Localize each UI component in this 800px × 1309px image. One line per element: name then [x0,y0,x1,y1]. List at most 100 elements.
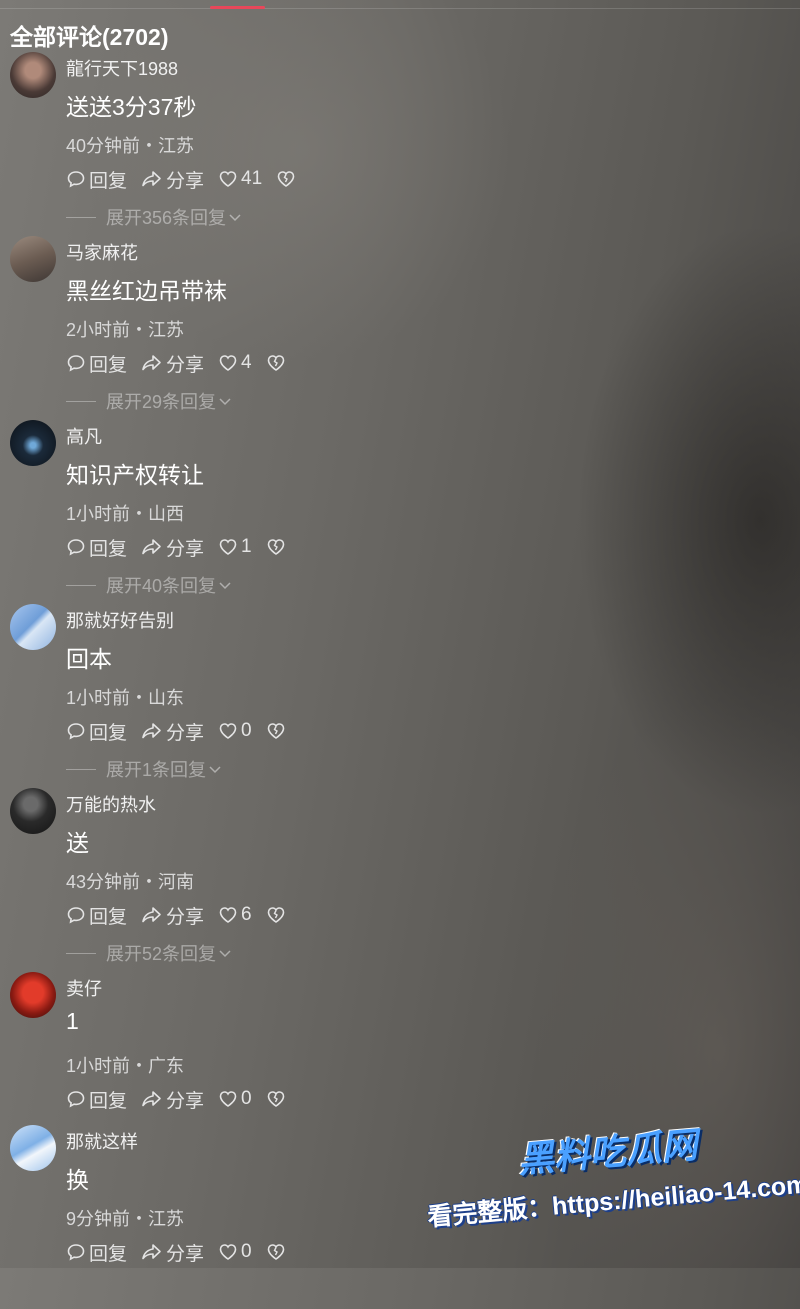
like-button[interactable]: 0 [218,720,252,742]
comment-text: 换 [66,1167,89,1193]
comment-meta: 9分钟前・江苏 [66,1209,185,1229]
broken-heart-icon [267,907,284,923]
share-label: 分享 [166,1090,205,1112]
reply-button[interactable]: 回复 [66,166,127,193]
avatar[interactable] [10,604,56,650]
comment-meta: 1小时前・山东 [66,688,185,708]
share-arrow-icon [142,1091,161,1107]
reply-label: 回复 [89,722,128,744]
reply-label: 回复 [89,538,128,560]
comment-actions: 回复 分享 41 [66,166,313,192]
broken-heart-icon [267,355,284,371]
reply-button[interactable]: 回复 [66,534,127,561]
comment-actions: 回复 分享 0 [66,1086,303,1112]
dislike-button[interactable] [266,721,289,741]
expand-replies-link[interactable]: 展开29条回复 [66,388,232,414]
share-label: 分享 [166,354,205,376]
comment-meta: 43分钟前・河南 [66,872,195,892]
comment-item: 万能的热水 送 43分钟前・河南 回复 分享 6 展开52条回复 [0,788,800,972]
like-button[interactable]: 41 [218,168,262,190]
comment-username[interactable]: 马家麻花 [66,239,138,265]
heart-icon [219,355,237,371]
broken-heart-icon [277,171,295,187]
comment-text: 送 [66,830,89,856]
reply-label: 回复 [89,354,128,376]
expand-replies-link[interactable]: 展开40条回复 [66,572,232,598]
expand-replies-link[interactable]: 展开1条回复 [66,756,222,782]
comments-header: 全部评论(2702) [10,24,169,50]
heart-icon [219,723,237,739]
comment-actions: 回复 分享 6 [66,902,303,928]
dislike-button[interactable] [266,905,289,925]
comment-username[interactable]: 那就好好告别 [66,607,174,633]
comment-bubble-icon [67,539,85,556]
avatar[interactable] [10,52,56,98]
share-arrow-icon [142,355,161,371]
like-button[interactable]: 0 [218,1241,252,1263]
dislike-button[interactable] [266,1089,289,1109]
comment-username[interactable]: 那就这样 [66,1128,138,1154]
like-count: 0 [241,1088,252,1109]
active-tab-indicator [210,6,265,9]
reply-label: 回复 [89,906,128,928]
comment-text: 知识产权转让 [66,462,204,488]
like-count: 0 [241,720,252,741]
avatar[interactable] [10,1125,56,1171]
expand-replies-link[interactable]: 展开356条回复 [66,204,242,230]
share-button[interactable]: 分享 [141,350,204,377]
avatar[interactable] [10,236,56,282]
comment-username[interactable]: 卖仔 [66,975,102,1001]
comment-username[interactable]: 高凡 [66,423,102,449]
share-button[interactable]: 分享 [141,1086,204,1113]
expand-replies-link[interactable]: 展开52条回复 [66,940,232,966]
like-button[interactable]: 1 [218,536,252,558]
comment-text: 回本 [66,646,112,672]
reply-label: 回复 [89,1243,128,1265]
avatar[interactable] [10,420,56,466]
comment-text: 1 [66,1008,79,1034]
heart-icon [219,1244,237,1260]
expand-label: 展开52条回复 [106,944,217,964]
chevron-down-icon [209,766,221,774]
share-button[interactable]: 分享 [141,166,204,193]
share-button[interactable]: 分享 [141,902,204,929]
avatar[interactable] [10,788,56,834]
comment-actions: 回复 分享 4 [66,350,303,376]
chevron-down-icon [219,398,231,406]
reply-label: 回复 [89,170,128,192]
comment-username[interactable]: 万能的热水 [66,791,156,817]
share-arrow-icon [142,1244,161,1260]
reply-button[interactable]: 回复 [66,1239,127,1266]
comment-username[interactable]: 龍行天下1988 [66,55,178,81]
broken-heart-icon [267,1244,284,1260]
heart-icon [219,171,237,187]
comment-actions: 回复 分享 0 [66,1239,303,1265]
avatar[interactable] [10,972,56,1018]
comment-text: 送送3分37秒 [66,94,197,120]
like-button[interactable]: 4 [218,352,252,374]
reply-button[interactable]: 回复 [66,350,127,377]
expand-label: 展开29条回复 [106,392,217,412]
like-button[interactable]: 0 [218,1088,252,1110]
divider-dash [66,400,96,402]
like-button[interactable]: 6 [218,904,252,926]
chevron-down-icon [229,214,241,222]
comment-item: 龍行天下1988 送送3分37秒 40分钟前・江苏 回复 分享 41 展开356… [0,52,800,236]
expand-label: 展开356条回复 [106,208,227,228]
like-count: 0 [241,1241,252,1262]
share-label: 分享 [166,170,205,192]
reply-button[interactable]: 回复 [66,718,127,745]
comment-item: 那就好好告别 回本 1小时前・山东 回复 分享 0 展开1条回复 [0,604,800,788]
expand-label: 展开1条回复 [106,760,207,780]
comment-bubble-icon [67,355,85,372]
comment-actions: 回复 分享 0 [66,718,303,744]
dislike-button[interactable] [266,1242,289,1262]
share-button[interactable]: 分享 [141,718,204,745]
dislike-button[interactable] [266,353,289,373]
reply-button[interactable]: 回复 [66,1086,127,1113]
share-button[interactable]: 分享 [141,534,204,561]
dislike-button[interactable] [276,169,299,189]
share-button[interactable]: 分享 [141,1239,204,1266]
dislike-button[interactable] [266,537,289,557]
reply-button[interactable]: 回复 [66,902,127,929]
